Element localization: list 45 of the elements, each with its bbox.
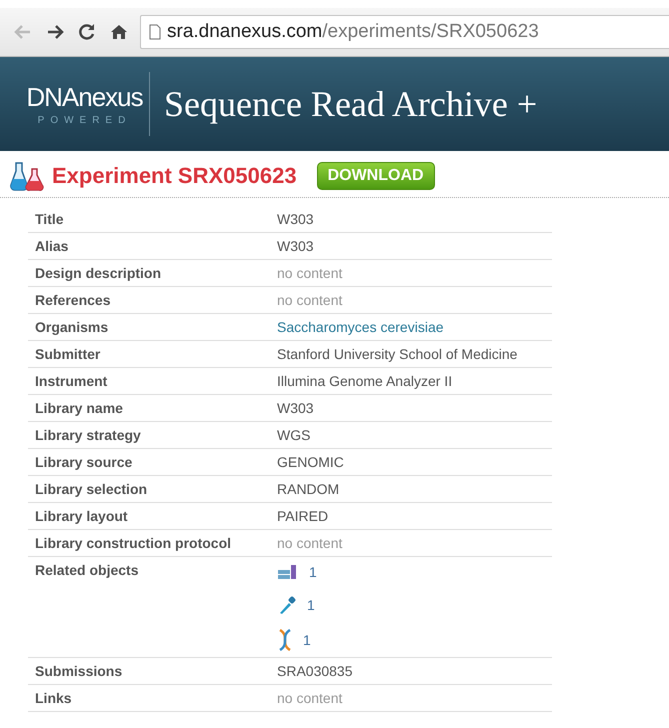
field-value: Stanford University School of Medicine <box>276 345 518 364</box>
field-label: Organisms <box>34 318 110 335</box>
field-value: GENOMIC <box>276 453 344 472</box>
field-value: no content <box>276 291 342 310</box>
field-value: W303 <box>276 237 314 256</box>
logo-tagline: POWERED <box>38 115 132 126</box>
books-icon <box>277 563 299 581</box>
field-label: Library layout <box>34 507 129 524</box>
field-value: PAIRED <box>276 507 328 526</box>
field-label: Related objects <box>34 561 140 578</box>
field-label: Title <box>34 210 65 227</box>
field-label: Library strategy <box>34 426 142 443</box>
field-label: Submitter <box>34 345 102 362</box>
field-label: Links <box>34 689 73 706</box>
pipette-icon <box>277 595 297 615</box>
field-value: W303 <box>276 399 314 418</box>
organism-link[interactable]: Saccharomyces cerevisiae <box>270 314 444 339</box>
field-value: WGS <box>276 426 310 445</box>
field-value: Illumina Genome Analyzer II <box>276 372 452 391</box>
address-bar[interactable]: sra.dnanexus.com/experiments/SRX050623 <box>140 15 669 49</box>
field-label: Library construction protocol <box>34 534 232 551</box>
field-label: Library source <box>34 453 134 470</box>
field-label: Library selection <box>34 480 148 497</box>
dna-icon <box>277 629 293 651</box>
related-count-link[interactable]: 1 <box>309 564 317 580</box>
related-count-link[interactable]: 1 <box>307 597 315 613</box>
field-label: Design description <box>34 264 162 281</box>
field-label: Submissions <box>34 662 124 679</box>
field-label: Alias <box>34 237 70 254</box>
field-value: no content <box>276 689 342 708</box>
field-value: no content <box>276 264 342 283</box>
field-label: Instrument <box>34 372 108 389</box>
logo[interactable]: DNAnexus <box>26 82 143 113</box>
page-icon <box>149 24 161 40</box>
field-label: Library name <box>34 399 124 416</box>
field-value: SRA030835 <box>276 662 353 681</box>
page-heading: Experiment SRX050623 <box>52 163 297 189</box>
flasks-icon <box>10 161 44 191</box>
field-value: RANDOM <box>276 480 340 499</box>
field-value: no content <box>276 534 342 553</box>
site-title: Sequence Read Archive + <box>164 83 538 125</box>
related-count-link[interactable]: 1 <box>303 632 311 648</box>
field-value: W303 <box>276 210 314 229</box>
field-label: References <box>34 291 112 308</box>
url-text: sra.dnanexus.com/experiments/SRX050623 <box>167 21 539 43</box>
